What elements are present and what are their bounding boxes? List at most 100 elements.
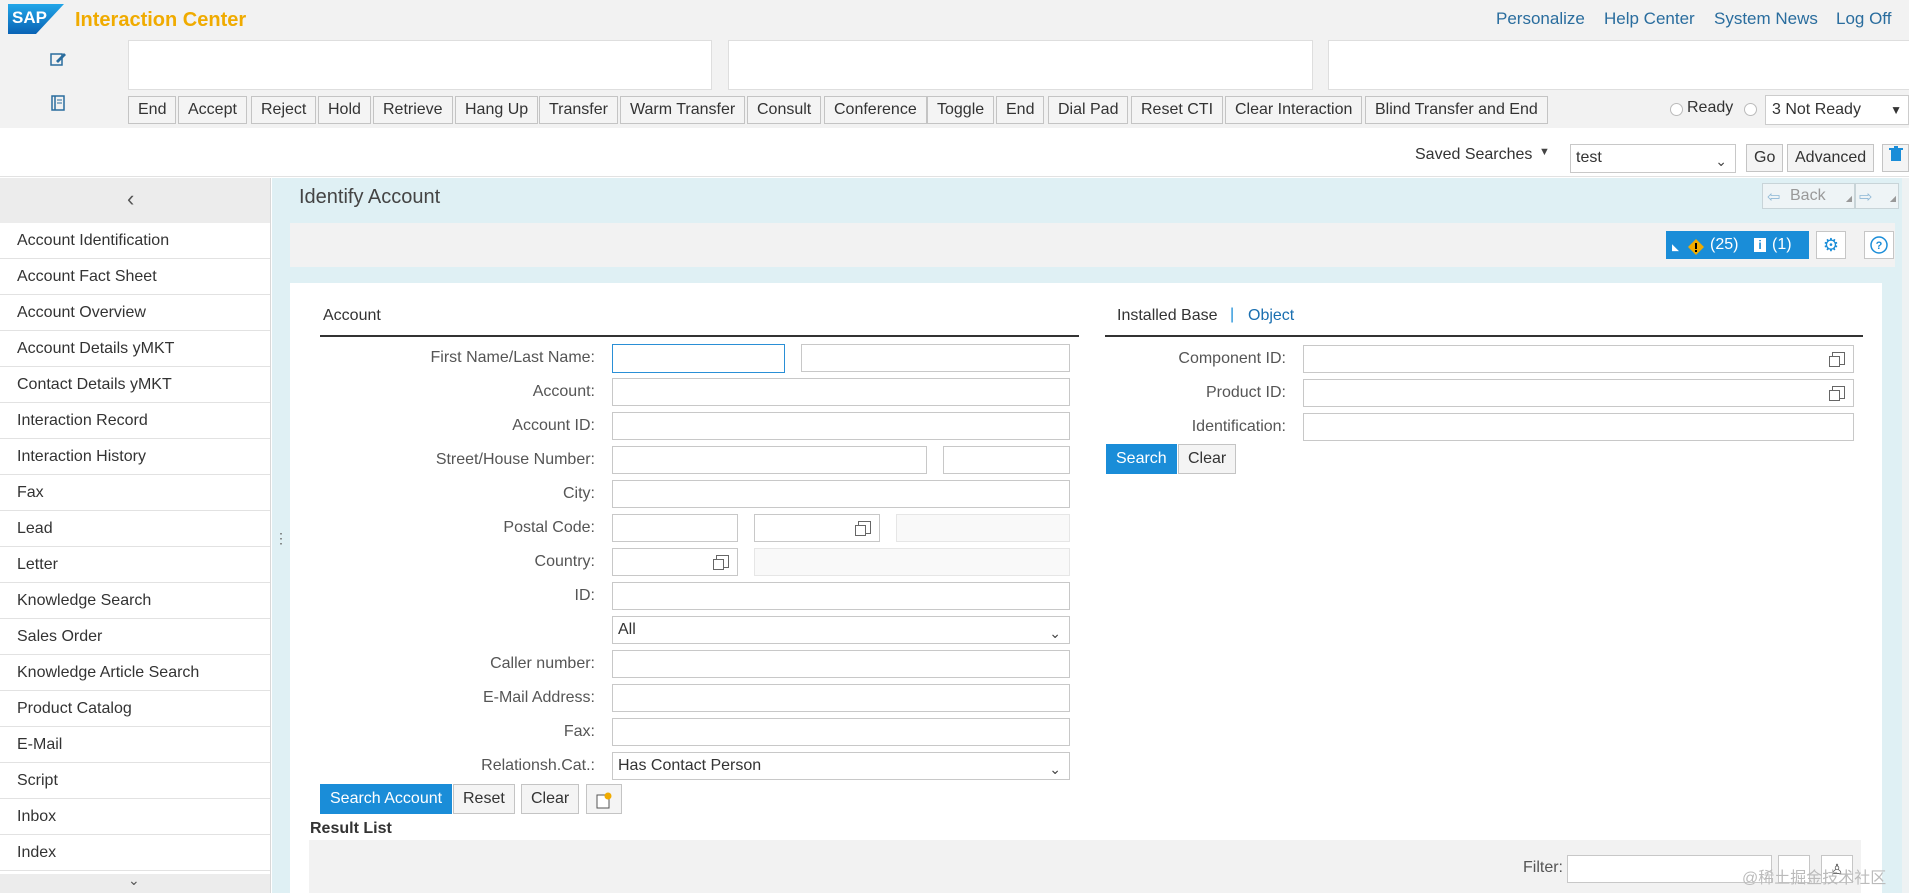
settings-button[interactable]: ⚙ <box>1816 231 1846 259</box>
cti-retrieve-button[interactable]: Retrieve <box>373 96 453 124</box>
cti-conference-button[interactable]: Conference <box>824 96 927 124</box>
edit-note-icon[interactable] <box>49 50 67 73</box>
cti-reset-button[interactable]: Reset CTI <box>1131 96 1224 124</box>
component-id-input[interactable] <box>1303 345 1854 373</box>
sidebar-item-sales-order[interactable]: Sales Order <box>0 619 270 655</box>
chevron-down-icon: ⌄ <box>128 872 140 888</box>
not-ready-radio[interactable] <box>1744 103 1757 116</box>
cti-hang-up-button[interactable]: Hang Up <box>455 96 539 124</box>
relationship-select[interactable]: Has Contact Person ⌄ <box>612 752 1070 780</box>
first-name-input[interactable] <box>612 344 785 373</box>
installed-base-clear-button[interactable]: Clear <box>1178 444 1237 474</box>
saved-searches-dropdown-icon[interactable]: ▼ <box>1539 146 1550 158</box>
agent-status-select[interactable]: 3 Not Ready ▼ <box>1765 95 1909 125</box>
system-news-link[interactable]: System News <box>1714 9 1818 29</box>
cti-end-button[interactable]: End <box>128 96 177 124</box>
reset-button[interactable]: Reset <box>453 784 515 814</box>
identification-input[interactable] <box>1303 413 1854 441</box>
sidebar-item-product-catalog[interactable]: Product Catalog <box>0 691 270 727</box>
sidebar-item-inbox[interactable]: Inbox <box>0 799 270 835</box>
postal-code-input[interactable] <box>612 514 738 542</box>
caller-number-label: Caller number: <box>490 655 595 672</box>
id-type-select[interactable]: All ⌄ <box>612 616 1070 644</box>
splitter-handle-icon[interactable]: ⋮ <box>274 530 288 547</box>
id-input[interactable] <box>612 582 1070 610</box>
tab-installed-base[interactable]: Installed Base <box>1117 307 1218 325</box>
log-off-link[interactable]: Log Off <box>1836 9 1891 29</box>
region-input[interactable] <box>754 514 880 542</box>
back-label: Back <box>1790 187 1826 204</box>
tab-separator: | <box>1230 306 1235 323</box>
sidebar-item-knowledge-search[interactable]: Knowledge Search <box>0 583 270 619</box>
cti-toggle-button[interactable]: Toggle <box>927 96 995 124</box>
cti-clear-interaction-button[interactable]: Clear Interaction <box>1225 96 1363 124</box>
account-label: Account: <box>532 383 595 400</box>
sidebar-item-index[interactable]: Index <box>0 835 270 871</box>
street-input[interactable] <box>612 446 927 474</box>
message-bar[interactable]: ◣ (25) i (1) <box>1666 231 1809 259</box>
sidebar-scroll-down[interactable]: ⌄ <box>0 872 270 893</box>
ready-radio[interactable] <box>1670 103 1683 116</box>
city-input[interactable] <box>612 480 1070 508</box>
email-input[interactable] <box>612 684 1070 712</box>
sidebar-item-account-overview[interactable]: Account Overview <box>0 295 270 331</box>
cti-reject-button[interactable]: Reject <box>251 96 317 124</box>
forward-button[interactable]: ⇨ ◢ <box>1855 183 1899 209</box>
sidebar-item-script[interactable]: Script <box>0 763 270 799</box>
sidebar-item-contact-details-ymkt[interactable]: Contact Details yMKT <box>0 367 270 403</box>
warning-icon <box>1688 237 1704 265</box>
message-strip <box>290 223 1895 267</box>
saved-searches-label[interactable]: Saved Searches <box>1415 146 1532 164</box>
sidebar-item-letter[interactable]: Letter <box>0 547 270 583</box>
installed-base-divider <box>1105 335 1863 337</box>
search-account-button[interactable]: Search Account <box>320 784 453 814</box>
advanced-button[interactable]: Advanced <box>1787 144 1875 172</box>
help-button[interactable]: ? <box>1864 231 1894 259</box>
cti-dial-pad-button[interactable]: Dial Pad <box>1048 96 1129 124</box>
fax-input[interactable] <box>612 718 1070 746</box>
value-help-icon[interactable] <box>1829 386 1845 401</box>
go-button[interactable]: Go <box>1746 144 1784 172</box>
tab-object[interactable]: Object <box>1248 307 1294 325</box>
new-account-button[interactable] <box>586 784 622 814</box>
chevron-down-icon: ⌄ <box>1715 153 1727 169</box>
value-help-icon[interactable] <box>713 555 729 570</box>
sidebar-item-interaction-history[interactable]: Interaction History <box>0 439 270 475</box>
house-number-input[interactable] <box>943 446 1070 474</box>
gear-icon: ⚙ <box>1822 235 1840 255</box>
product-id-input[interactable] <box>1303 379 1854 407</box>
notebook-icon[interactable] <box>49 94 67 117</box>
clear-button[interactable]: Clear <box>521 784 580 814</box>
email-label: E-Mail Address: <box>482 689 595 706</box>
back-button[interactable]: ⇦ Back ◢ <box>1762 183 1855 209</box>
identification-label: Identification: <box>1191 418 1286 435</box>
cti-consult-button[interactable]: Consult <box>747 96 822 124</box>
sidebar-item-fax[interactable]: Fax <box>0 475 270 511</box>
delete-search-button[interactable] <box>1882 144 1909 172</box>
value-help-icon[interactable] <box>855 521 871 536</box>
cti-transfer-button[interactable]: Transfer <box>539 96 618 124</box>
help-center-link[interactable]: Help Center <box>1604 9 1695 29</box>
caller-number-input[interactable] <box>612 650 1070 678</box>
saved-search-bar: Saved Searches ▼ test ⌄ Go Advanced <box>0 128 1909 177</box>
saved-search-select[interactable]: test ⌄ <box>1570 144 1736 173</box>
sidebar-item-account-fact-sheet[interactable]: Account Fact Sheet <box>0 259 270 295</box>
cti-blind-transfer-button[interactable]: Blind Transfer and End <box>1365 96 1548 124</box>
collapse-sidebar-icon[interactable]: ‹ <box>127 186 134 212</box>
country-input[interactable] <box>612 548 738 576</box>
personalize-link[interactable]: Personalize <box>1496 9 1585 29</box>
cti-end-2-button[interactable]: End <box>996 96 1045 124</box>
installed-base-search-button[interactable]: Search <box>1106 444 1177 474</box>
value-help-icon[interactable] <box>1829 352 1845 367</box>
sidebar-item-email[interactable]: E-Mail <box>0 727 270 763</box>
scrollbar[interactable] <box>1902 178 1909 893</box>
sidebar-item-knowledge-article-search[interactable]: Knowledge Article Search <box>0 655 270 691</box>
cti-warm-transfer-button[interactable]: Warm Transfer <box>620 96 746 124</box>
cti-accept-button[interactable]: Accept <box>178 96 247 124</box>
cti-hold-button[interactable]: Hold <box>318 96 371 124</box>
region-description-input <box>896 514 1070 542</box>
sidebar-item-account-identification[interactable]: Account Identification <box>0 223 270 259</box>
sidebar-item-account-details-ymkt[interactable]: Account Details yMKT <box>0 331 270 367</box>
sidebar-item-lead[interactable]: Lead <box>0 511 270 547</box>
sidebar-item-interaction-record[interactable]: Interaction Record <box>0 403 270 439</box>
